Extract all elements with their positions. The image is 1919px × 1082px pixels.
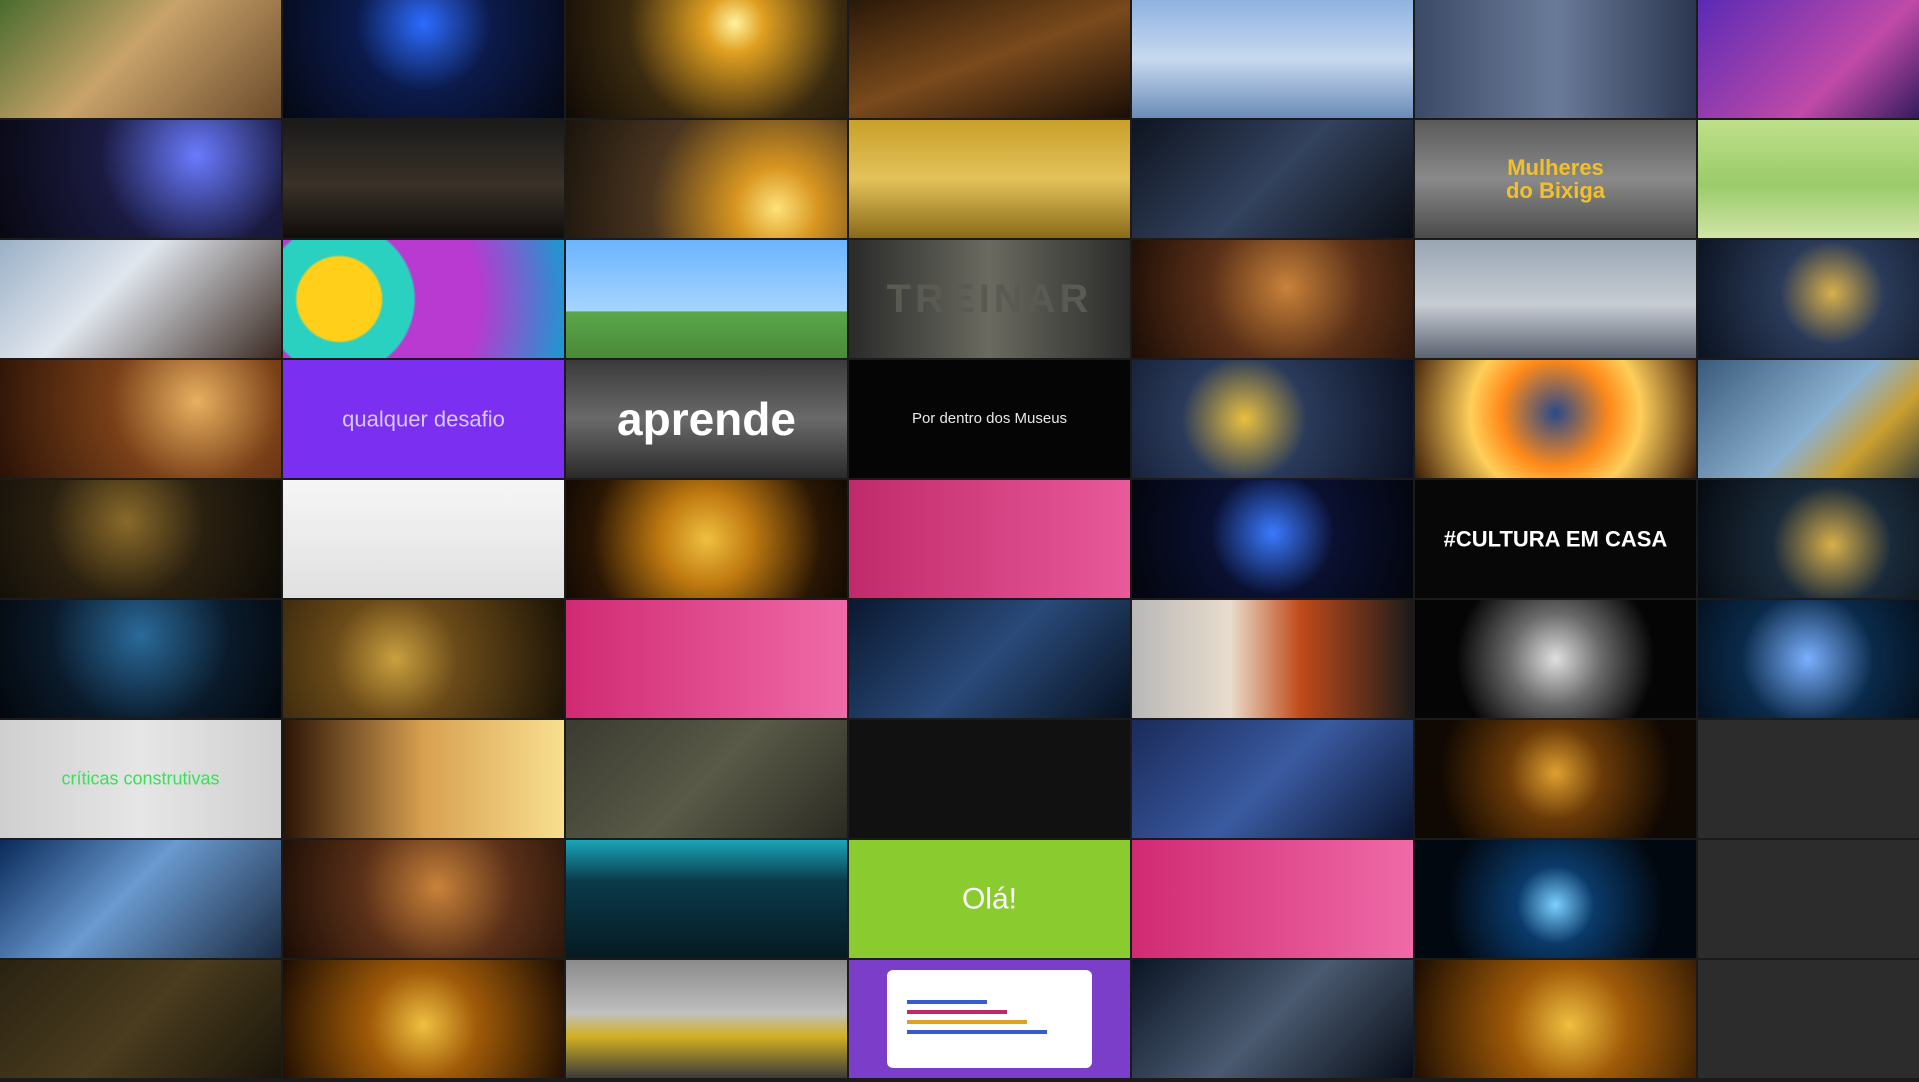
video-thumbnail[interactable] — [1132, 960, 1413, 1078]
video-thumbnail[interactable] — [1415, 840, 1696, 958]
video-thumbnail[interactable] — [1415, 960, 1696, 1078]
video-thumbnail[interactable] — [0, 240, 281, 358]
video-thumbnail[interactable] — [849, 120, 1130, 238]
video-thumbnail-grid: Mulheres do Bixiga TREINAR qualquer desafi… — [0, 0, 1919, 1082]
video-thumbnail[interactable] — [283, 600, 564, 718]
video-thumbnail[interactable] — [1698, 600, 1919, 718]
thumbnail-caption: aprende — [617, 392, 796, 445]
video-thumbnail[interactable] — [1132, 840, 1413, 958]
video-thumbnail[interactable] — [849, 600, 1130, 718]
video-thumbnail[interactable] — [0, 960, 281, 1078]
video-thumbnail[interactable] — [566, 720, 847, 838]
video-thumbnail[interactable] — [1415, 600, 1696, 718]
video-thumbnail[interactable] — [0, 360, 281, 478]
video-thumbnail[interactable] — [1132, 600, 1413, 718]
video-thumbnail[interactable] — [566, 960, 847, 1078]
video-thumbnail[interactable] — [283, 960, 564, 1078]
video-thumbnail[interactable] — [283, 720, 564, 838]
video-thumbnail[interactable]: TREINAR — [849, 240, 1130, 358]
video-thumbnail[interactable]: #CULTURA EM CASA — [1415, 480, 1696, 598]
thumbnail-caption: Por dentro dos Museus — [911, 410, 1068, 428]
video-thumbnail[interactable] — [849, 960, 1130, 1078]
thumbnail-caption: Olá! — [961, 882, 1018, 916]
progress-bar — [907, 1020, 1027, 1024]
video-thumbnail[interactable] — [1132, 0, 1413, 118]
video-thumbnail[interactable]: Por dentro dos Museus — [849, 360, 1130, 478]
video-thumbnail[interactable] — [1132, 120, 1413, 238]
empty-slot — [1698, 840, 1919, 958]
thumbnail-caption: #CULTURA EM CASA — [1443, 526, 1668, 552]
video-thumbnail[interactable] — [1698, 120, 1919, 238]
video-thumbnail[interactable] — [283, 240, 564, 358]
empty-slot — [1698, 960, 1919, 1078]
video-thumbnail[interactable] — [283, 120, 564, 238]
video-thumbnail[interactable] — [283, 840, 564, 958]
video-thumbnail[interactable] — [0, 0, 281, 118]
video-thumbnail[interactable]: críticas construtivas — [0, 720, 281, 838]
video-thumbnail[interactable] — [566, 0, 847, 118]
video-thumbnail[interactable] — [566, 480, 847, 598]
video-thumbnail[interactable] — [283, 480, 564, 598]
video-thumbnail[interactable]: Mulheres do Bixiga — [1415, 120, 1696, 238]
video-thumbnail[interactable] — [0, 600, 281, 718]
empty-slot — [1698, 720, 1919, 838]
video-thumbnail[interactable] — [1415, 0, 1696, 118]
video-thumbnail[interactable]: qualquer desafio — [283, 360, 564, 478]
video-thumbnail[interactable] — [566, 240, 847, 358]
video-thumbnail[interactable] — [1698, 240, 1919, 358]
video-thumbnail[interactable] — [1132, 720, 1413, 838]
chart-card — [887, 970, 1092, 1068]
thumbnail-caption: críticas construtivas — [61, 768, 220, 789]
video-thumbnail[interactable]: aprende — [566, 360, 847, 478]
video-thumbnail[interactable] — [849, 480, 1130, 598]
video-thumbnail[interactable] — [1132, 360, 1413, 478]
thumbnail-caption: qualquer desafio — [342, 406, 505, 432]
video-thumbnail[interactable] — [1698, 0, 1919, 118]
video-thumbnail[interactable] — [0, 120, 281, 238]
video-thumbnail[interactable] — [1132, 480, 1413, 598]
thumbnail-caption: TREINAR — [886, 277, 1093, 321]
video-thumbnail[interactable] — [1698, 480, 1919, 598]
video-thumbnail[interactable] — [1415, 720, 1696, 838]
video-thumbnail[interactable] — [1132, 240, 1413, 358]
video-thumbnail[interactable] — [1415, 360, 1696, 478]
video-thumbnail[interactable] — [849, 0, 1130, 118]
progress-bar — [907, 1010, 1007, 1014]
video-thumbnail[interactable]: Olá! — [849, 840, 1130, 958]
video-thumbnail[interactable] — [283, 0, 564, 118]
video-thumbnail[interactable] — [0, 480, 281, 598]
progress-bar — [907, 1030, 1047, 1034]
video-thumbnail[interactable] — [566, 840, 847, 958]
progress-bar — [907, 1000, 987, 1004]
thumbnail-caption: Mulheres do Bixiga — [1505, 154, 1605, 203]
video-thumbnail[interactable] — [566, 120, 847, 238]
video-thumbnail[interactable] — [0, 840, 281, 958]
video-thumbnail[interactable] — [849, 720, 1130, 838]
video-thumbnail[interactable] — [1415, 240, 1696, 358]
video-thumbnail[interactable] — [1698, 360, 1919, 478]
video-thumbnail[interactable] — [566, 600, 847, 718]
